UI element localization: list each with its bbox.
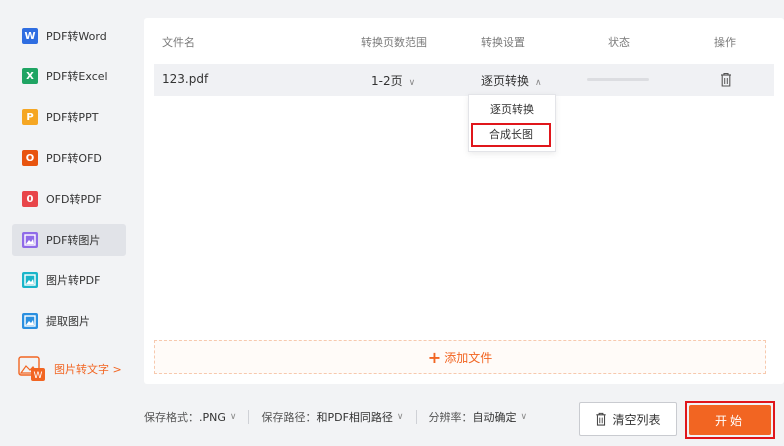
header-filename: 文件名	[162, 36, 195, 49]
save-path-select[interactable]: 保存路径： 和PDF相同路径 ∨	[261, 409, 403, 425]
resolution-label: 分辨率：	[428, 411, 473, 424]
start-label: 开始	[714, 413, 745, 428]
chevron-down-icon: ∨	[396, 412, 404, 422]
table-row: 123.pdf 1-2页 ∨ 逐页转换 ∧	[154, 64, 774, 96]
word-icon: W	[22, 28, 38, 44]
image-to-text-label: 图片转文字 >	[54, 363, 122, 376]
add-file-label: 添加文件	[444, 350, 493, 365]
sidebar-item-label: PDF转PPT	[46, 111, 99, 124]
add-file-button[interactable]: + 添加文件	[154, 340, 766, 374]
clear-list-button[interactable]: 清空列表	[579, 402, 677, 436]
header-action: 操作	[714, 36, 736, 49]
table-header: 文件名 转换页数范围 转换设置 状态 操作	[144, 30, 784, 52]
dropdown-option-long-image[interactable]: 合成长图	[471, 123, 551, 147]
resolution-value: 自动确定	[472, 411, 517, 424]
save-path-label: 保存路径：	[261, 411, 317, 424]
image-to-text-link[interactable]: W 图片转文字 >	[18, 354, 136, 384]
conversion-setting-dropdown: 逐页转换 合成长图	[468, 94, 556, 152]
sidebar-item-pdf-to-ppt[interactable]: P PDF转PPT	[12, 101, 126, 133]
sidebar-item-label: PDF转Word	[46, 30, 107, 43]
resolution-select[interactable]: 分辨率： 自动确定 ∨	[429, 409, 528, 425]
sidebar-item-label: OFD转PDF	[46, 193, 102, 206]
sidebar-item-label: PDF转OFD	[46, 152, 102, 165]
chevron-down-icon: ∨	[229, 412, 237, 422]
file-name: 123.pdf	[162, 72, 209, 86]
header-status: 状态	[608, 36, 630, 49]
svg-text:W: W	[34, 371, 43, 381]
sidebar-item-extract-image[interactable]: 提取图片	[12, 305, 126, 337]
excel-icon: X	[22, 68, 38, 84]
sidebar-item-ofd-to-pdf[interactable]: 0 OFD转PDF	[12, 183, 126, 215]
ofd-to-pdf-icon: 0	[22, 191, 38, 207]
dropdown-option-page-by-page[interactable]: 逐页转换	[469, 99, 555, 121]
image-to-text-icon: W	[18, 356, 46, 382]
save-format-label: 保存格式：	[144, 411, 199, 424]
conversion-setting-select[interactable]: 逐页转换 ∧	[481, 72, 542, 89]
divider	[415, 410, 417, 424]
chevron-down-icon: ∨	[408, 78, 416, 88]
image-to-pdf-icon	[22, 272, 38, 288]
header-page-range: 转换页数范围	[361, 36, 427, 49]
save-format-select[interactable]: 保存格式： .PNG ∨	[144, 409, 236, 425]
sidebar: W PDF转Word X PDF转Excel P PDF转PPT O PDF转O…	[0, 0, 140, 446]
clear-list-label: 清空列表	[612, 412, 661, 427]
image-icon	[22, 232, 38, 248]
chevron-up-icon: ∧	[535, 78, 542, 88]
file-list-panel: 文件名 转换页数范围 转换设置 状态 操作 123.pdf 1-2页 ∨ 逐页转换…	[144, 18, 784, 384]
conversion-setting-value: 逐页转换	[481, 74, 530, 88]
header-setting: 转换设置	[481, 36, 525, 49]
trash-icon	[596, 412, 607, 426]
page-range-select[interactable]: 1-2页 ∨	[371, 72, 415, 89]
sidebar-item-pdf-to-image[interactable]: PDF转图片	[12, 224, 126, 256]
plus-icon: +	[427, 347, 442, 367]
trash-icon[interactable]	[720, 72, 732, 87]
start-button-highlight: 开始	[685, 401, 775, 439]
page-range-value: 1-2页	[371, 74, 403, 88]
sidebar-item-image-to-pdf[interactable]: 图片转PDF	[12, 264, 126, 296]
save-path-value: 和PDF相同路径	[316, 411, 393, 424]
sidebar-item-label: PDF转图片	[46, 234, 101, 247]
ofd-icon: O	[22, 150, 38, 166]
start-button[interactable]: 开始	[689, 405, 771, 435]
sidebar-item-label: 图片转PDF	[46, 274, 101, 287]
chevron-down-icon: ∨	[520, 412, 528, 422]
sidebar-item-pdf-to-excel[interactable]: X PDF转Excel	[12, 60, 126, 92]
sidebar-item-pdf-to-word[interactable]: W PDF转Word	[12, 20, 126, 52]
divider	[248, 410, 250, 424]
save-format-value: .PNG	[199, 410, 226, 424]
sidebar-item-label: PDF转Excel	[46, 70, 108, 83]
status-progress-bar	[587, 78, 649, 81]
sidebar-item-pdf-to-ofd[interactable]: O PDF转OFD	[12, 142, 126, 174]
extract-image-icon	[22, 313, 38, 329]
ppt-icon: P	[22, 109, 38, 125]
bottom-options-bar: 保存格式： .PNG ∨ 保存路径： 和PDF相同路径 ∨ 分辨率： 自动确定 …	[144, 404, 527, 430]
sidebar-item-label: 提取图片	[46, 315, 90, 328]
